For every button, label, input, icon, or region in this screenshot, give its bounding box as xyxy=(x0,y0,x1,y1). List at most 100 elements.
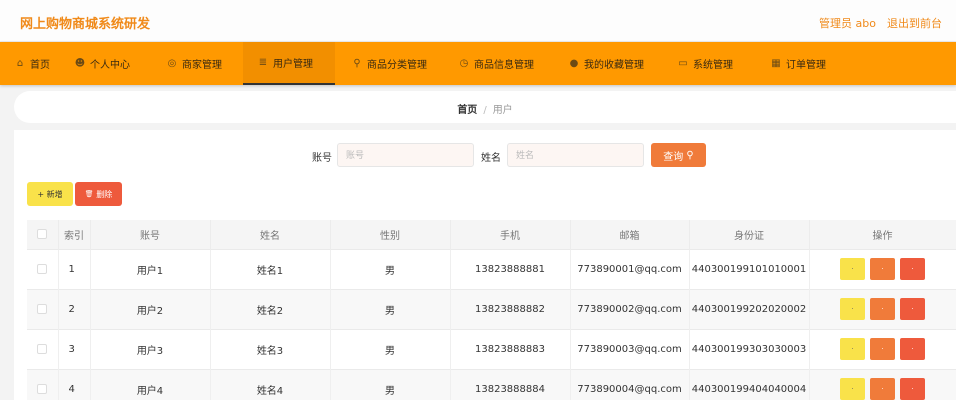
row-delete-button[interactable]: · xyxy=(900,378,925,400)
row-checkbox[interactable] xyxy=(37,263,48,274)
nav-item-label: 订单管理 xyxy=(786,60,826,71)
list-icon: ≣ xyxy=(258,57,268,68)
clock-icon: ◷ xyxy=(459,58,469,69)
column-header: 操作 xyxy=(809,220,956,249)
cell-name: 姓名3 xyxy=(210,328,331,369)
plus-icon: + xyxy=(37,189,45,199)
breadcrumb-home[interactable]: 首页 xyxy=(457,105,477,116)
user-icon: ☻ xyxy=(74,58,86,69)
nav-item-users[interactable]: ≣ 用户管理 xyxy=(243,42,335,85)
row-delete-button[interactable]: · xyxy=(900,298,925,320)
cell-index: 1 xyxy=(58,248,91,289)
search-icon: ⚲ xyxy=(686,149,694,161)
cell-account: 用户1 xyxy=(90,248,211,289)
nav-item-personal-center[interactable]: ☻ 个人中心 xyxy=(74,42,130,85)
edit-button[interactable]: · xyxy=(870,298,895,320)
name-label: 姓名 xyxy=(481,153,501,164)
cell-id-card: 440300199404040004 xyxy=(689,368,810,400)
cell-account: 用户4 xyxy=(90,368,211,400)
row-delete-button[interactable]: · xyxy=(900,258,925,280)
row-delete-button[interactable]: · xyxy=(900,338,925,360)
cell-name: 姓名4 xyxy=(210,368,331,400)
cell-email: 773890001@qq.com xyxy=(570,248,690,289)
account-search-input[interactable] xyxy=(337,143,474,167)
column-header: 手机 xyxy=(450,220,571,249)
orders-icon: ▦ xyxy=(771,58,781,69)
nav-item-product-info[interactable]: ◷ 商品信息管理 xyxy=(458,42,534,85)
nav-item-category[interactable]: ⚲ 商品分类管理 xyxy=(351,42,427,85)
table-row: 2 用户2 姓名2 男 13823888882 773890002@qq.com… xyxy=(27,288,956,329)
cell-gender: 男 xyxy=(330,248,451,289)
cell-email: 773890002@qq.com xyxy=(570,288,690,329)
column-header: 性别 xyxy=(330,220,451,249)
breadcrumb: 首页 / 用户 xyxy=(14,91,956,123)
row-checkbox[interactable] xyxy=(37,303,48,314)
name-search-input[interactable] xyxy=(507,143,644,167)
view-button[interactable]: · xyxy=(840,338,865,360)
main-nav: ⌂ 首页 ☻ 个人中心 ◎ 商家管理 ≣ 用户管理 ⚲ 商品分类管理 ◷ 商品信… xyxy=(0,42,956,85)
nav-item-favorites[interactable]: ● 我的收藏管理 xyxy=(568,42,644,85)
edit-button[interactable]: · xyxy=(870,378,895,400)
cell-name: 姓名2 xyxy=(210,288,331,329)
column-header: 账号 xyxy=(90,220,211,249)
add-button[interactable]: + 新增 xyxy=(27,182,73,206)
home-icon: ⌂ xyxy=(16,58,24,69)
view-button[interactable]: · xyxy=(840,298,865,320)
cell-phone: 13823888882 xyxy=(450,288,571,329)
nav-item-label: 用户管理 xyxy=(273,59,313,70)
cell-index: 3 xyxy=(58,328,91,369)
view-button[interactable]: · xyxy=(840,258,865,280)
nav-item-label: 我的收藏管理 xyxy=(584,60,644,71)
cell-gender: 男 xyxy=(330,328,451,369)
top-header: 网上购物商城系统研发 管理员 abo 退出到前台 xyxy=(0,0,956,42)
nav-item-merchant[interactable]: ◎ 商家管理 xyxy=(166,42,222,85)
account-label: 账号 xyxy=(312,153,332,164)
view-button[interactable]: · xyxy=(840,378,865,400)
column-header: 姓名 xyxy=(210,220,331,249)
row-checkbox[interactable] xyxy=(37,343,48,354)
query-label: 查询 xyxy=(663,151,684,163)
merchant-icon: ◎ xyxy=(167,58,177,69)
cell-name: 姓名1 xyxy=(210,248,331,289)
nav-item-label: 首页 xyxy=(30,60,50,71)
table-row: 3 用户3 姓名3 男 13823888883 773890003@qq.com… xyxy=(27,328,956,369)
table-header-row: 索引 账号 姓名 性别 手机 邮箱 身份证 操作 xyxy=(27,220,956,249)
table-row: 4 用户4 姓名4 男 13823888884 773890004@qq.com… xyxy=(27,368,956,400)
nav-item-orders[interactable]: ▦ 订单管理 xyxy=(770,42,826,85)
nav-item-home[interactable]: ⌂ 首页 xyxy=(14,42,50,85)
cell-email: 773890004@qq.com xyxy=(570,368,690,400)
exit-to-front-link[interactable]: 退出到前台 xyxy=(887,15,942,31)
system-icon: ▭ xyxy=(678,58,688,69)
cell-index: 4 xyxy=(58,368,91,400)
cell-gender: 男 xyxy=(330,368,451,400)
nav-item-label: 商品信息管理 xyxy=(474,60,534,71)
favorite-icon: ● xyxy=(569,58,579,69)
cell-id-card: 440300199202020002 xyxy=(689,288,810,329)
cell-phone: 13823888881 xyxy=(450,248,571,289)
category-icon: ⚲ xyxy=(353,58,361,69)
query-button[interactable]: 查询 ⚲ xyxy=(651,143,706,167)
cell-email: 773890003@qq.com xyxy=(570,328,690,369)
breadcrumb-separator: / xyxy=(483,105,487,116)
trash-icon: 🗑 xyxy=(84,190,94,198)
edit-button[interactable]: · xyxy=(870,338,895,360)
cell-id-card: 440300199101010001 xyxy=(689,248,810,289)
column-header: 索引 xyxy=(58,220,91,249)
cell-phone: 13823888884 xyxy=(450,368,571,400)
column-header: 身份证 xyxy=(689,220,810,249)
cell-account: 用户2 xyxy=(90,288,211,329)
edit-button[interactable]: · xyxy=(870,258,895,280)
delete-button[interactable]: 🗑 删除 xyxy=(75,182,122,206)
nav-item-system[interactable]: ▭ 系统管理 xyxy=(677,42,733,85)
select-all-checkbox[interactable] xyxy=(37,228,48,239)
select-all-cell[interactable] xyxy=(27,220,59,249)
cell-gender: 男 xyxy=(330,288,451,329)
delete-label: 删除 xyxy=(96,189,113,199)
app-title: 网上购物商城系统研发 xyxy=(20,17,151,32)
row-checkbox[interactable] xyxy=(37,383,48,394)
table-row: 1 用户1 姓名1 男 13823888881 773890001@qq.com… xyxy=(27,248,956,289)
nav-item-label: 商品分类管理 xyxy=(367,60,427,71)
breadcrumb-current: 用户 xyxy=(492,105,513,116)
cell-id-card: 440300199303030003 xyxy=(689,328,810,369)
cell-phone: 13823888883 xyxy=(450,328,571,369)
